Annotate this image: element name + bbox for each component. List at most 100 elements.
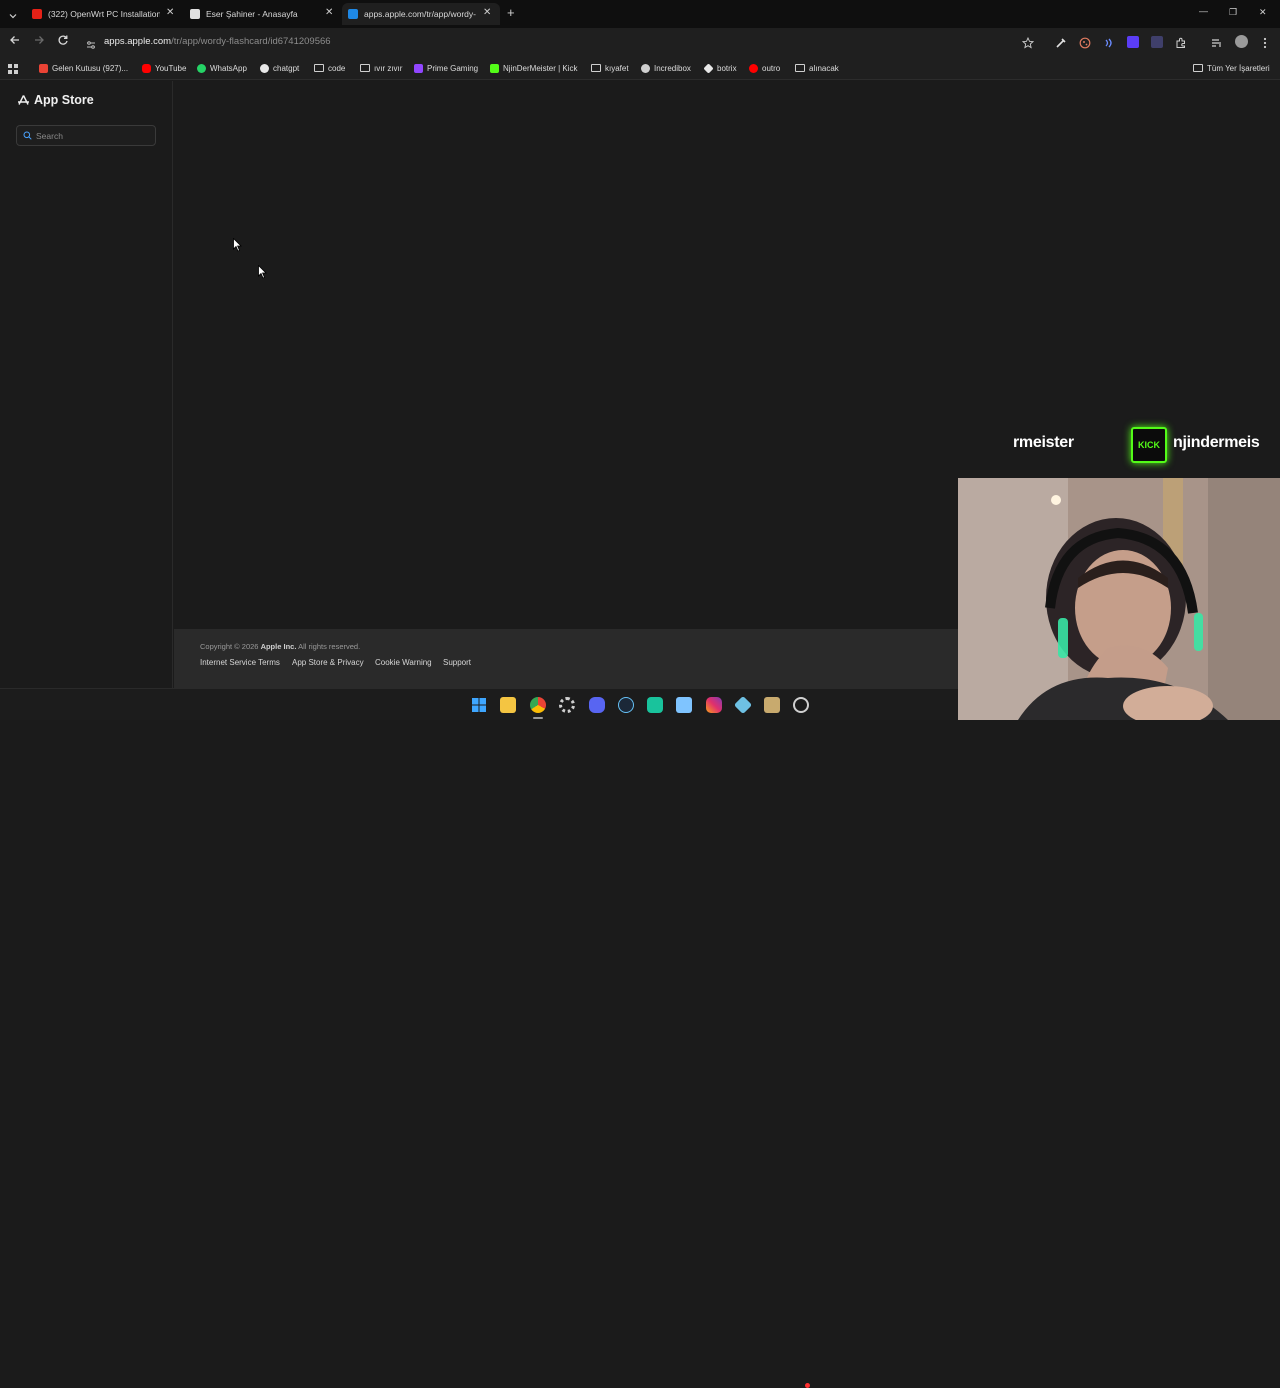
footer-link-internet-service-terms[interactable]: Internet Service Terms (200, 658, 280, 667)
url-host: apps.apple.com (104, 36, 172, 47)
site-info-icon[interactable] (86, 37, 96, 49)
back-button[interactable] (7, 34, 23, 50)
discord-icon[interactable] (589, 697, 605, 713)
tab-close-icon[interactable]: ✕ (325, 7, 333, 19)
gmail-icon (39, 63, 48, 73)
bookmark-folder-ivir-zivir[interactable]: ıvır zıvır (360, 62, 402, 74)
whatsapp-icon (197, 63, 206, 73)
apps-grid-icon[interactable] (8, 62, 19, 74)
reload-button[interactable] (55, 34, 71, 50)
tab-close-icon[interactable]: ✕ (483, 7, 491, 19)
app-store-favicon-icon (348, 9, 358, 19)
copyright-text: Copyright © 2026 Apple Inc. All rights r… (200, 642, 361, 651)
youtube-icon (142, 63, 151, 73)
tab-close-icon[interactable]: ✕ (166, 7, 174, 19)
footer-link-support[interactable]: Support (443, 658, 471, 667)
restore-button[interactable]: ❐ (1229, 7, 1237, 18)
tab-openwrt[interactable]: (322) OpenWrt PC Installation: (32, 3, 160, 25)
all-bookmarks[interactable]: Tüm Yer İşaretleri (1193, 62, 1270, 74)
browser-menu-icon[interactable] (1262, 36, 1268, 49)
ia-extension-icon[interactable] (1151, 36, 1163, 48)
bookmark-star-icon[interactable] (1021, 36, 1035, 49)
mouse-cursor-icon (258, 265, 267, 279)
tab-app-store[interactable]: apps.apple.com/tr/app/wordy- (342, 3, 500, 25)
footer-link-app-store-privacy[interactable]: App Store & Privacy (292, 658, 364, 667)
obs-icon[interactable] (793, 697, 809, 713)
address-bar[interactable]: apps.apple.com/tr/app/wordy-flashcard/id… (104, 36, 331, 47)
arrow-right-icon (35, 36, 44, 44)
page-favicon-icon (190, 9, 200, 19)
notepad-icon[interactable] (676, 697, 692, 713)
new-tab-button[interactable]: + (507, 5, 515, 20)
d-extension-icon[interactable] (1127, 36, 1139, 48)
media-controls-icon[interactable] (1211, 36, 1223, 48)
quizlet-app-icon[interactable] (647, 697, 663, 713)
bookmark-botrix[interactable]: botrix (703, 62, 737, 74)
tab-search-chevron-icon[interactable] (8, 8, 18, 19)
profile-avatar[interactable] (1235, 35, 1248, 48)
youtube-favicon-icon (32, 9, 42, 19)
minimize-button[interactable]: — (1199, 6, 1208, 16)
bookmark-folder-kiyafet[interactable]: kıyafet (591, 62, 629, 74)
bookmark-chatgpt[interactable]: chatgpt (260, 62, 299, 74)
folder-icon (1193, 64, 1203, 72)
search-box[interactable] (16, 125, 156, 146)
tab-title: apps.apple.com/tr/app/wordy- (364, 9, 476, 19)
extensions-puzzle-icon[interactable] (1175, 36, 1187, 48)
forward-button[interactable] (31, 34, 47, 50)
bookmarks-bar: Gelen Kutusu (927)... YouTube WhatsApp c… (0, 56, 1280, 80)
bookmark-gmail[interactable]: Gelen Kutusu (927)... (39, 62, 128, 74)
banner-text-left: rmeister (1013, 434, 1074, 451)
active-app-indicator (533, 717, 543, 719)
webcam-overlay (958, 478, 1280, 720)
reload-icon (58, 35, 68, 45)
tab-eser-sahiner[interactable]: Eser Şahiner - Anasayfa (190, 3, 318, 25)
settings-gear-icon[interactable] (559, 697, 575, 713)
incredibox-icon (641, 63, 650, 73)
botrix-icon (703, 62, 714, 74)
app-store-icon (18, 94, 29, 105)
audio-extension-icon[interactable] (1103, 36, 1115, 48)
chrome-icon[interactable] (530, 697, 546, 713)
network-app-icon[interactable] (733, 695, 753, 715)
chatgpt-icon (260, 63, 269, 73)
tab-title: (322) OpenWrt PC Installation: (48, 9, 160, 19)
search-icon (23, 131, 32, 140)
folder-icon (360, 64, 370, 72)
windows-start-icon[interactable] (471, 697, 487, 713)
bookmark-folder-code[interactable]: code (314, 62, 345, 74)
mouse-cursor-icon (233, 238, 242, 252)
bookmark-outro[interactable]: outro (749, 62, 780, 74)
bookmark-youtube[interactable]: YouTube (142, 62, 186, 74)
webcam-person-image (958, 478, 1280, 720)
prime-gaming-icon (414, 63, 423, 73)
cookie-extension-icon[interactable] (1079, 36, 1091, 49)
bookmark-prime-gaming[interactable]: Prime Gaming (414, 62, 478, 74)
eyedropper-extension-icon[interactable] (1055, 36, 1067, 48)
kick-icon (490, 63, 499, 73)
bookmark-folder-alinacak[interactable]: alınacak (795, 62, 839, 74)
bookmark-incredibox[interactable]: Incredibox (641, 62, 691, 74)
folder-icon (795, 64, 805, 72)
banner-text-right: njindermeis (1173, 434, 1260, 451)
footer-link-cookie-warning[interactable]: Cookie Warning (375, 658, 432, 667)
page-footer: Copyright © 2026 Apple Inc. All rights r… (174, 629, 958, 688)
app-store-sidebar: App Store (0, 81, 173, 688)
arrow-left-icon (10, 36, 19, 44)
file-explorer-icon[interactable] (500, 697, 516, 713)
windows-taskbar (0, 688, 958, 1388)
bookmark-whatsapp[interactable]: WhatsApp (197, 62, 247, 74)
url-path: /tr/app/wordy-flashcard/id6741209566 (171, 36, 331, 47)
app-store-logo[interactable]: App Store (17, 93, 94, 107)
steam-icon[interactable] (618, 697, 634, 713)
folder-icon (591, 64, 601, 72)
instagram-icon[interactable] (706, 697, 722, 713)
brand-label: App Store (34, 93, 94, 107)
tab-strip: (322) OpenWrt PC Installation: ✕ Eser Şa… (0, 0, 1280, 28)
bookmark-kick[interactable]: NjinDerMeister | Kick (490, 62, 578, 74)
kick-logo: KICK (1131, 427, 1167, 463)
tab-title: Eser Şahiner - Anasayfa (206, 9, 298, 19)
search-input[interactable] (36, 130, 146, 141)
league-of-legends-icon[interactable] (764, 697, 780, 713)
close-window-button[interactable]: ✕ (1259, 7, 1267, 18)
